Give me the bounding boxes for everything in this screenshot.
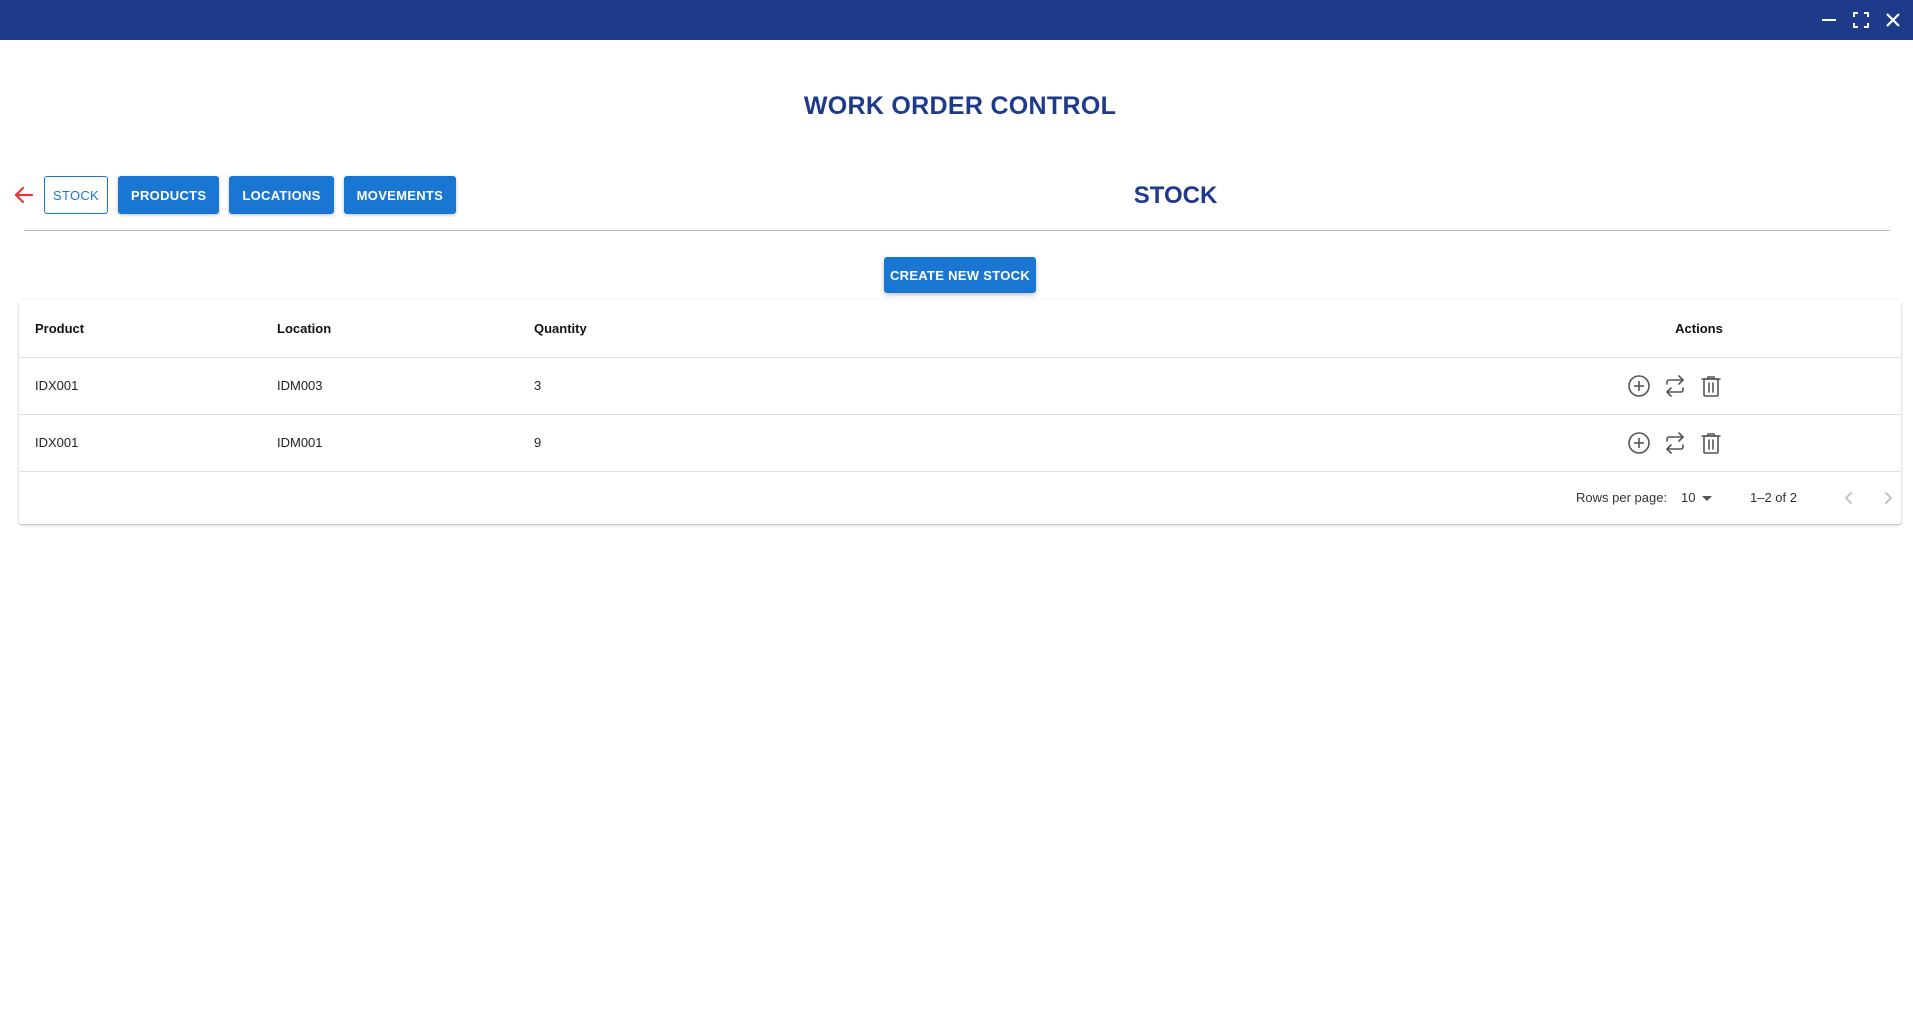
tab-movements[interactable]: MOVEMENTS xyxy=(343,176,457,214)
app-title: WORK ORDER CONTROL xyxy=(803,92,1117,120)
table-row: IDX001 IDM003 3 xyxy=(19,357,1901,415)
cell-quantity: 3 xyxy=(534,378,542,393)
rows-per-page-label: Rows per page: xyxy=(1576,490,1668,505)
swap-icon[interactable] xyxy=(1661,429,1689,457)
tab-stock[interactable]: STOCK xyxy=(44,176,108,214)
trash-icon[interactable] xyxy=(1697,429,1725,457)
add-circle-icon[interactable] xyxy=(1625,429,1653,457)
cell-location: IDM001 xyxy=(277,435,323,450)
row-actions xyxy=(1625,357,1725,414)
chevron-down-icon xyxy=(1702,495,1713,501)
tab-locations[interactable]: LOCATIONS xyxy=(229,176,334,214)
trash-icon[interactable] xyxy=(1697,372,1725,400)
column-header-product[interactable]: Product xyxy=(35,300,84,357)
cell-quantity: 9 xyxy=(534,435,542,450)
add-circle-icon[interactable] xyxy=(1625,372,1653,400)
column-header-actions: Actions xyxy=(1675,321,1723,336)
row-actions xyxy=(1625,414,1725,471)
table-pagination: Rows per page: 10 1–2 of 2 xyxy=(19,471,1901,524)
stock-table: Product Location Quantity Actions IDX001… xyxy=(19,300,1901,524)
cell-location: IDM003 xyxy=(277,378,323,393)
tab-products[interactable]: PRODUCTS xyxy=(118,176,220,214)
table-row: IDX001 IDM001 9 xyxy=(19,414,1901,472)
section-divider xyxy=(24,230,1890,231)
maximize-icon[interactable] xyxy=(1849,8,1873,32)
page-range: 1–2 of 2 xyxy=(1750,490,1797,505)
chevron-left-icon[interactable] xyxy=(1835,484,1863,512)
arrow-left-icon[interactable] xyxy=(12,183,36,207)
minimize-icon[interactable] xyxy=(1817,8,1841,32)
swap-icon[interactable] xyxy=(1661,372,1689,400)
close-icon[interactable] xyxy=(1881,8,1905,32)
rows-per-page-select[interactable]: 10 xyxy=(1681,471,1715,524)
cell-product: IDX001 xyxy=(35,378,79,393)
cell-product: IDX001 xyxy=(35,435,79,450)
column-header-location[interactable]: Location xyxy=(277,300,331,357)
rows-per-page-value: 10 xyxy=(1681,490,1696,505)
chevron-right-icon[interactable] xyxy=(1874,484,1902,512)
section-title: STOCK xyxy=(1133,182,1218,209)
window-titlebar xyxy=(0,0,1913,40)
nav-tabs: STOCK PRODUCTS LOCATIONS MOVEMENTS xyxy=(44,176,457,214)
table-header-row: Product Location Quantity Actions xyxy=(19,300,1901,358)
column-header-quantity[interactable]: Quantity xyxy=(534,300,587,357)
create-stock-button[interactable]: CREATE NEW STOCK xyxy=(884,257,1036,293)
window-controls xyxy=(1817,0,1905,40)
